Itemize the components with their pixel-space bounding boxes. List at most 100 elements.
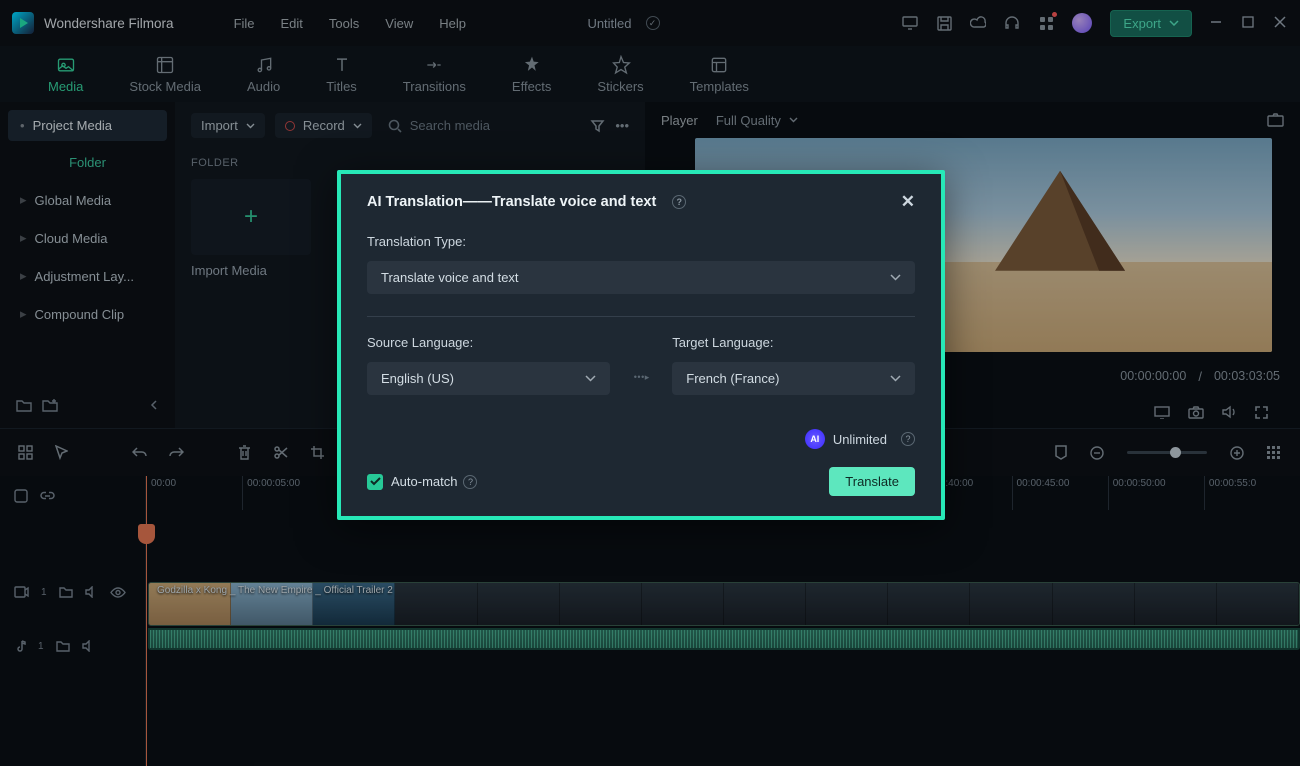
tab-label: Stickers: [597, 79, 643, 94]
tab-transitions[interactable]: Transitions: [395, 51, 474, 98]
maximize-button[interactable]: [1242, 16, 1256, 30]
audio-clip[interactable]: [148, 628, 1300, 650]
redo-button[interactable]: [169, 446, 184, 459]
arrow-icon: • • • ▸: [634, 372, 648, 383]
import-media-card[interactable]: +: [191, 179, 311, 255]
sidebar-folder[interactable]: Folder: [8, 147, 167, 178]
collapse-sidebar-icon[interactable]: [149, 400, 159, 410]
sidebar-cloud-media[interactable]: ▸Cloud Media: [8, 222, 167, 254]
new-folder-icon[interactable]: [16, 398, 32, 412]
more-icon[interactable]: •••: [615, 118, 629, 133]
menu-help[interactable]: Help: [439, 16, 466, 31]
tab-label: Transitions: [403, 79, 466, 94]
apps-icon[interactable]: [1038, 15, 1054, 31]
new-bin-icon[interactable]: [42, 398, 58, 412]
cloud-icon[interactable]: [970, 15, 986, 31]
mute-icon[interactable]: [82, 640, 95, 652]
tab-effects[interactable]: Effects: [504, 51, 560, 98]
chevron-down-icon: [890, 274, 901, 281]
display-icon[interactable]: [1154, 406, 1170, 419]
sidebar-global-media[interactable]: ▸Global Media: [8, 184, 167, 216]
layout-icon[interactable]: [18, 445, 33, 460]
tab-label: Media: [48, 79, 83, 94]
user-avatar[interactable]: [1072, 13, 1092, 33]
track-area[interactable]: Godzilla x Kong _ The New Empire _ Offic…: [146, 510, 1300, 766]
modal-close-button[interactable]: ✕: [901, 192, 915, 212]
tab-stickers[interactable]: Stickers: [589, 51, 651, 98]
view-options-icon[interactable]: [1267, 446, 1282, 459]
sidebar-compound-clip[interactable]: ▸Compound Clip: [8, 298, 167, 330]
save-icon[interactable]: [936, 15, 952, 31]
auto-match-checkbox[interactable]: [367, 474, 383, 490]
app-name: Wondershare Filmora: [44, 16, 174, 31]
translate-button[interactable]: Translate: [829, 467, 915, 496]
menu-edit[interactable]: Edit: [281, 16, 303, 31]
zoom-out-button[interactable]: [1089, 445, 1105, 461]
video-track-icon[interactable]: [14, 586, 29, 598]
help-icon[interactable]: ?: [672, 195, 686, 209]
link-icon[interactable]: [40, 491, 55, 501]
undo-button[interactable]: [132, 446, 147, 459]
sidebar-adjustment-layer[interactable]: ▸Adjustment Lay...: [8, 260, 167, 292]
menu-file[interactable]: File: [234, 16, 255, 31]
sidebar-label: Adjustment Lay...: [35, 269, 134, 284]
split-button[interactable]: [273, 445, 288, 460]
app-logo-icon: [12, 12, 34, 34]
tab-titles[interactable]: Titles: [318, 51, 365, 98]
menu-tools[interactable]: Tools: [329, 16, 359, 31]
volume-icon[interactable]: [1222, 405, 1237, 419]
marker-icon[interactable]: [1055, 445, 1067, 460]
video-clip[interactable]: Godzilla x Kong _ The New Empire _ Offic…: [148, 582, 1300, 626]
minimize-button[interactable]: [1210, 16, 1224, 30]
translation-type-select[interactable]: Translate voice and text: [367, 261, 915, 294]
menu-view[interactable]: View: [385, 16, 413, 31]
search-placeholder: Search media: [410, 118, 490, 133]
zoom-slider[interactable]: [1127, 451, 1207, 454]
playhead[interactable]: [146, 476, 147, 766]
visibility-icon[interactable]: [110, 587, 126, 598]
search-input[interactable]: Search media: [382, 112, 581, 139]
tab-templates[interactable]: Templates: [682, 51, 757, 98]
target-language-select[interactable]: French (France): [672, 362, 915, 395]
toggle-track-icon[interactable]: [14, 489, 28, 503]
sidebar-project-media[interactable]: •Project Media: [8, 110, 167, 141]
tab-stock-media[interactable]: Stock Media: [121, 51, 209, 98]
help-icon[interactable]: ?: [901, 432, 915, 446]
dd-label: Record: [303, 118, 345, 133]
player-label: Player: [661, 113, 698, 128]
import-dropdown[interactable]: Import: [191, 113, 265, 138]
source-language-select[interactable]: English (US): [367, 362, 610, 395]
crop-button[interactable]: [310, 445, 325, 460]
select-value: Translate voice and text: [381, 270, 519, 285]
delete-button[interactable]: [238, 445, 251, 460]
filter-icon[interactable]: [590, 119, 605, 133]
monitor-icon[interactable]: [902, 15, 918, 31]
ai-translation-modal: AI Translation——Translate voice and text…: [337, 170, 945, 520]
chevron-down-icon: [585, 375, 596, 382]
mute-icon[interactable]: [85, 586, 98, 598]
ai-icon: AI: [805, 429, 825, 449]
cursor-icon[interactable]: [55, 445, 68, 460]
export-button[interactable]: Export: [1110, 10, 1192, 37]
translation-type-label: Translation Type:: [367, 234, 915, 249]
help-icon[interactable]: ?: [463, 475, 477, 489]
camera-icon[interactable]: [1188, 406, 1204, 419]
target-language-label: Target Language:: [672, 335, 915, 350]
doc-title-text: Untitled: [587, 16, 631, 31]
close-button[interactable]: [1274, 16, 1288, 30]
unlimited-badge: AI Unlimited ?: [805, 429, 915, 449]
zoom-in-button[interactable]: [1229, 445, 1245, 461]
export-label: Export: [1123, 16, 1161, 31]
translate-label: Translate: [845, 474, 899, 489]
folder-track-icon[interactable]: [59, 586, 73, 598]
headphones-icon[interactable]: [1004, 15, 1020, 31]
record-dropdown[interactable]: Record: [275, 113, 372, 138]
quality-dropdown[interactable]: Full Quality: [716, 113, 798, 128]
fullscreen-icon[interactable]: [1255, 406, 1268, 419]
tab-audio[interactable]: Audio: [239, 51, 288, 98]
tab-media[interactable]: Media: [40, 51, 91, 98]
snapshot-icon[interactable]: [1267, 113, 1284, 127]
folder-track-icon[interactable]: [56, 640, 70, 652]
audio-track-icon[interactable]: [14, 639, 26, 653]
ruler-tick: 00:00:05:00: [242, 476, 338, 510]
